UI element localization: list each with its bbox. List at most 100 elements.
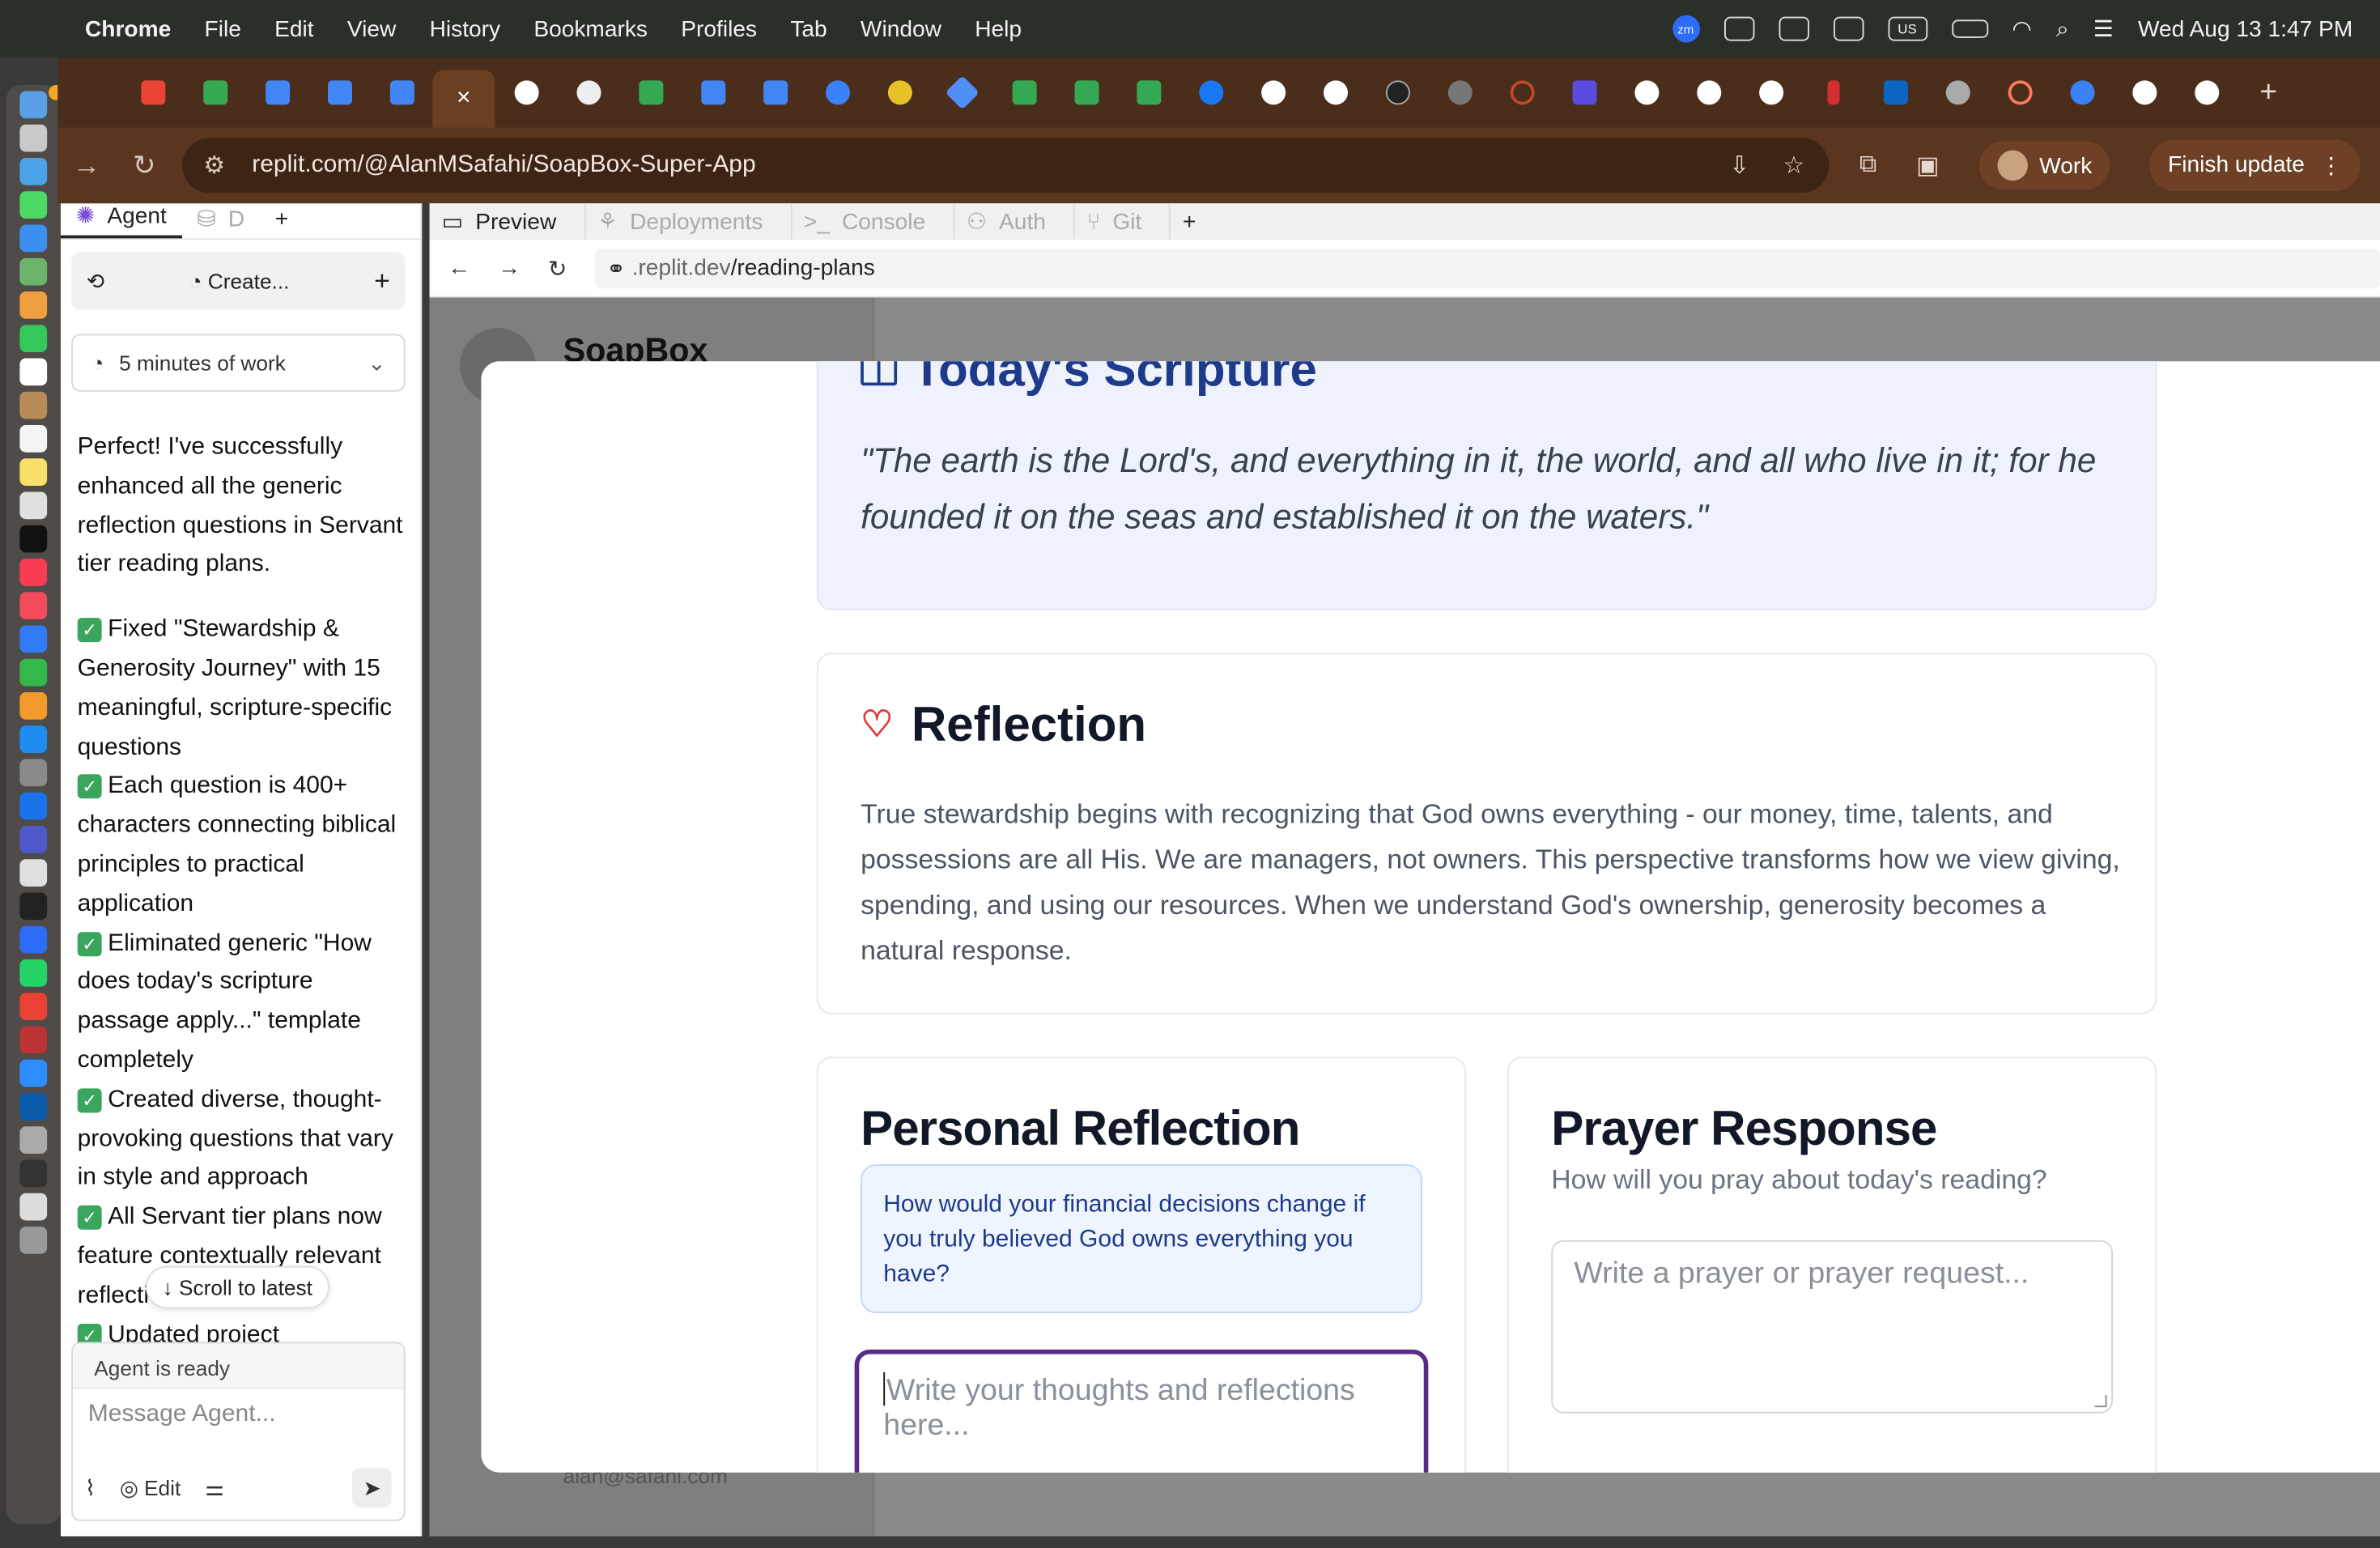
tv-icon[interactable] (19, 525, 48, 553)
screen-icon[interactable] (19, 1193, 48, 1221)
tab-git[interactable]: ⑂ Git (1075, 203, 1171, 240)
tab-replit-active[interactable]: × (432, 70, 495, 128)
whatsapp-icon[interactable] (19, 959, 48, 987)
tab-sheets-3[interactable] (992, 67, 1055, 119)
numbers-icon[interactable] (19, 658, 48, 687)
app-store-icon[interactable] (19, 725, 48, 753)
menubar-clock[interactable]: Wed Aug 13 1:47 PM (2138, 16, 2352, 42)
tab-search-icon[interactable]: ▣ (1916, 151, 1939, 181)
chrome-dock-icon[interactable] (19, 993, 48, 1020)
launchpad-icon[interactable] (19, 124, 48, 152)
resize-handle-icon[interactable] (2094, 1395, 2107, 1408)
preview-url-field[interactable]: ⚭ .replit.dev /reading-plans (594, 248, 2380, 288)
control-center-icon[interactable]: ☰ (2093, 15, 2114, 43)
tab-ring[interactable] (1490, 67, 1553, 119)
battery-icon[interactable] (1951, 19, 1988, 38)
extensions-icon[interactable]: ⧉ (1859, 152, 1876, 180)
tab-docs-3[interactable] (371, 67, 433, 119)
maps-icon[interactable] (19, 257, 48, 286)
tab-yellow[interactable] (869, 67, 931, 119)
dictionary-icon[interactable] (19, 1026, 48, 1054)
scroll-to-latest-button[interactable]: ↓ Scroll to latest (146, 1265, 329, 1309)
settings-icon[interactable] (19, 759, 48, 787)
menu-view[interactable]: View (347, 16, 396, 42)
notes-icon[interactable] (19, 458, 48, 486)
menu-edit[interactable]: Edit (274, 16, 313, 42)
edit-button[interactable]: ◎ Edit (120, 1475, 181, 1501)
teams-dock-icon[interactable] (19, 826, 48, 853)
photos-icon[interactable] (19, 291, 48, 319)
tab-sheets-5[interactable] (1117, 67, 1179, 119)
profile-button[interactable]: Work (1978, 141, 2110, 190)
menu-tab[interactable]: Tab (790, 16, 827, 42)
tab-google-2[interactable] (1615, 67, 1677, 119)
zoom-icon[interactable]: zm (1672, 15, 1700, 43)
finish-update-button[interactable]: Finish update ⋮ (2149, 139, 2361, 192)
tab-auth[interactable]: ⚇ Auth (954, 203, 1075, 240)
facetime-icon[interactable] (19, 325, 48, 352)
tab-agent[interactable]: ✺ Agent (61, 202, 182, 239)
tab-blue-2[interactable] (2051, 67, 2113, 119)
finder-icon[interactable] (19, 91, 48, 119)
pages-icon[interactable] (19, 692, 48, 720)
menu-window[interactable]: Window (861, 16, 941, 42)
add-panel-tab-button[interactable]: + (260, 206, 304, 238)
tab-close-icon[interactable]: × (457, 85, 471, 113)
reminders-icon[interactable] (19, 425, 48, 453)
tab-linkedin[interactable] (1864, 67, 1927, 119)
zoom-dock-icon[interactable] (19, 1059, 48, 1087)
trash-icon[interactable] (19, 1227, 48, 1254)
signal-icon[interactable] (19, 925, 48, 954)
tab-facebook[interactable] (1179, 67, 1242, 119)
menu-bookmarks[interactable]: Bookmarks (533, 16, 648, 42)
tab-google-3[interactable] (1677, 67, 1740, 119)
tab-globe[interactable] (1926, 67, 1988, 119)
tab-google-6[interactable] (2175, 67, 2238, 119)
music-icon[interactable] (19, 559, 48, 586)
message-agent-input[interactable]: Message Agent... (73, 1389, 404, 1441)
messages-icon[interactable] (19, 191, 48, 219)
search-icon[interactable]: ⌕ (2056, 16, 2069, 42)
tab-sheets-2[interactable] (619, 67, 682, 119)
reload-icon[interactable]: ↻ (548, 254, 567, 282)
attach-icon[interactable]: ⌇ (85, 1475, 96, 1501)
kebab-menu-icon[interactable]: ⋮ (2320, 152, 2343, 179)
tab-gemini[interactable] (930, 67, 992, 119)
tab-docs-5[interactable] (744, 67, 806, 119)
prayer-textarea[interactable]: Write a prayer or prayer request... (1551, 1240, 2113, 1414)
contacts-icon[interactable] (19, 391, 48, 419)
menu-help[interactable]: Help (975, 16, 1022, 42)
tab-purple[interactable] (1553, 67, 1615, 119)
reload-icon[interactable]: ↻ (116, 150, 173, 181)
tab-console[interactable]: >_ Console (792, 203, 954, 240)
tab-grey-1[interactable] (1428, 67, 1490, 119)
address-bar[interactable]: ⚙ replit.com/@AlanMSafahi/SoapBox-Super-… (182, 138, 1830, 194)
tab-openai[interactable] (495, 67, 557, 119)
create-checkpoint[interactable]: ◔ Create... (189, 269, 290, 293)
mail-icon[interactable] (19, 224, 48, 253)
forward-arrow-icon[interactable]: → (498, 255, 521, 281)
outlook-icon[interactable] (1778, 16, 1809, 41)
tab-google-5[interactable] (2113, 67, 2175, 119)
bookmark-star-icon[interactable]: ☆ (1783, 151, 1804, 181)
tab-gmail[interactable] (121, 67, 184, 119)
tab-docs-4[interactable] (682, 67, 744, 119)
tab-sheets-4[interactable] (1055, 67, 1117, 119)
tab-sheets-1[interactable] (184, 67, 246, 119)
install-icon[interactable]: ⇩ (1729, 151, 1749, 181)
tab-red[interactable] (1802, 67, 1864, 119)
back-arrow-icon[interactable]: ← (448, 255, 470, 281)
window-icon[interactable] (19, 1159, 48, 1188)
tab-google-1[interactable] (1304, 67, 1366, 119)
menu-file[interactable]: File (205, 16, 241, 42)
menu-app-name[interactable]: Chrome (85, 16, 171, 42)
tab-hubspot[interactable] (1988, 67, 2051, 119)
settings-sliders-icon[interactable]: ⚌ (205, 1475, 224, 1501)
preview-app-icon[interactable] (19, 859, 48, 887)
status-icon[interactable] (1723, 16, 1754, 41)
freeform-icon[interactable] (19, 491, 48, 520)
history-icon[interactable]: ⟲ (87, 268, 104, 294)
address-url[interactable]: replit.com/@AlanMSafahi/SoapBox-Super-Ap… (252, 152, 755, 180)
news-icon[interactable] (19, 592, 48, 619)
tab-preview[interactable]: ▭ Preview (430, 203, 585, 240)
